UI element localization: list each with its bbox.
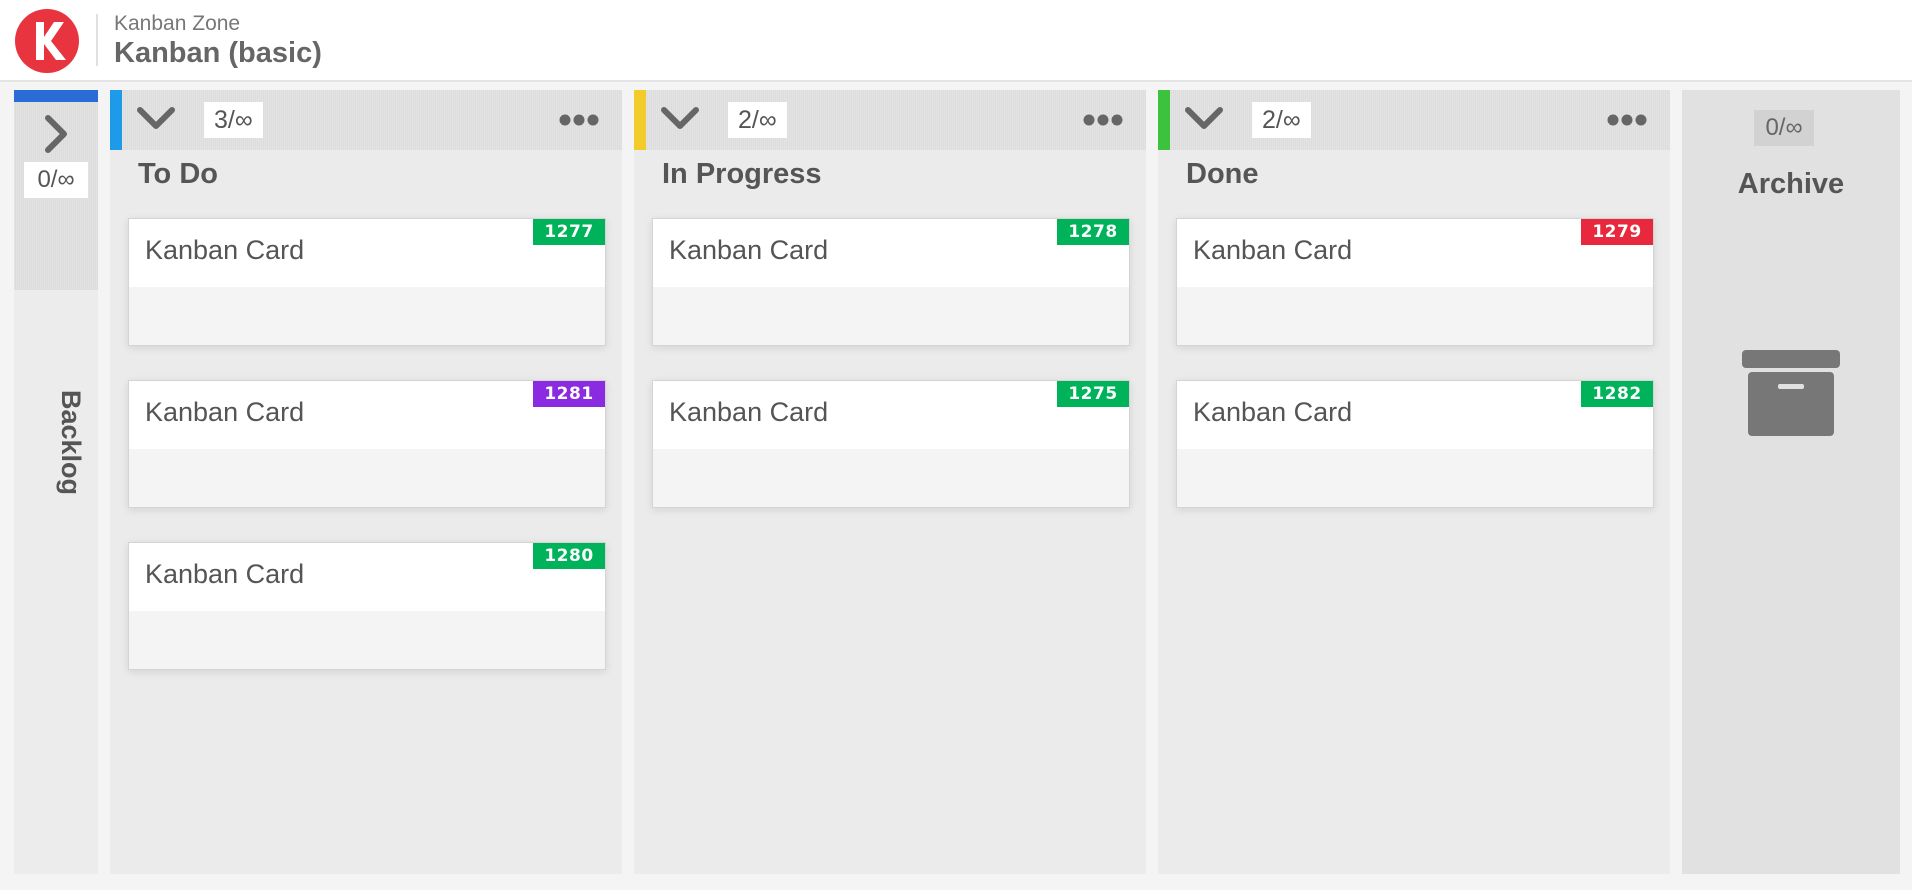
more-horizontal-icon[interactable] xyxy=(558,110,600,130)
kanban-card[interactable]: Kanban Card 1282 xyxy=(1176,380,1654,508)
card-title: Kanban Card xyxy=(669,235,829,265)
card-footer xyxy=(129,449,605,507)
card-title: Kanban Card xyxy=(145,397,305,427)
chevron-right-icon[interactable] xyxy=(38,112,74,156)
column-accent-bar xyxy=(1158,90,1170,150)
column-in-progress: 2/∞ In Progress Kanban Card 1278 Kanban … xyxy=(634,90,1146,874)
card-footer xyxy=(129,287,605,345)
card-id-badge: 1282 xyxy=(1581,381,1653,407)
card-id-badge: 1279 xyxy=(1581,219,1653,245)
card-id-badge: 1275 xyxy=(1057,381,1129,407)
column-count: 2/∞ xyxy=(728,102,787,138)
kanban-zone-logo[interactable] xyxy=(14,8,80,74)
board-title[interactable]: Kanban (basic) xyxy=(114,37,322,70)
kanban-card[interactable]: Kanban Card 1281 xyxy=(128,380,606,508)
column-header xyxy=(634,90,1146,150)
column-to-do: 3/∞ To Do Kanban Card 1277 Kanban Card 1… xyxy=(110,90,622,874)
card-footer xyxy=(129,611,605,669)
more-horizontal-icon[interactable] xyxy=(1082,110,1124,130)
kanban-card[interactable]: Kanban Card 1280 xyxy=(128,542,606,670)
chevron-down-icon[interactable] xyxy=(660,102,700,136)
organization-name: Kanban Zone xyxy=(114,12,241,35)
card-id-badge: 1278 xyxy=(1057,219,1129,245)
archive-title[interactable]: Archive xyxy=(1682,168,1900,201)
column-header xyxy=(110,90,622,150)
backlog-accent-bar xyxy=(14,90,98,102)
column-accent-bar xyxy=(110,90,122,150)
card-footer xyxy=(653,287,1129,345)
backlog-count: 0/∞ xyxy=(24,162,88,198)
column-title[interactable]: Done xyxy=(1186,158,1259,191)
card-id-badge: 1280 xyxy=(533,543,605,569)
archive-box-icon[interactable] xyxy=(1740,348,1842,440)
card-id-badge: 1277 xyxy=(533,219,605,245)
column-accent-bar xyxy=(634,90,646,150)
card-title: Kanban Card xyxy=(145,559,305,589)
card-title: Kanban Card xyxy=(1193,235,1353,265)
kanban-card[interactable]: Kanban Card 1275 xyxy=(652,380,1130,508)
card-title: Kanban Card xyxy=(1193,397,1353,427)
column-title[interactable]: In Progress xyxy=(662,158,822,191)
kanban-card[interactable]: Kanban Card 1277 xyxy=(128,218,606,346)
archive-column[interactable]: 0/∞ Archive xyxy=(1682,90,1900,874)
card-footer xyxy=(653,449,1129,507)
card-footer xyxy=(1177,287,1653,345)
archive-count: 0/∞ xyxy=(1754,110,1814,146)
card-footer xyxy=(1177,449,1653,507)
card-title: Kanban Card xyxy=(669,397,829,427)
more-horizontal-icon[interactable] xyxy=(1606,110,1648,130)
backlog-label[interactable]: Backlog xyxy=(55,390,86,590)
kanban-card[interactable]: Kanban Card 1279 xyxy=(1176,218,1654,346)
backlog-column[interactable]: 0/∞ Backlog xyxy=(14,90,98,874)
column-header xyxy=(1158,90,1670,150)
app-header: Kanban Zone Kanban (basic) xyxy=(0,0,1912,82)
header-divider xyxy=(96,14,98,66)
column-count: 2/∞ xyxy=(1252,102,1311,138)
column-count: 3/∞ xyxy=(204,102,263,138)
card-title: Kanban Card xyxy=(145,235,305,265)
card-id-badge: 1281 xyxy=(533,381,605,407)
column-done: 2/∞ Done Kanban Card 1279 Kanban Card 12… xyxy=(1158,90,1670,874)
chevron-down-icon[interactable] xyxy=(136,102,176,136)
column-title[interactable]: To Do xyxy=(138,158,218,191)
kanban-card[interactable]: Kanban Card 1278 xyxy=(652,218,1130,346)
chevron-down-icon[interactable] xyxy=(1184,102,1224,136)
